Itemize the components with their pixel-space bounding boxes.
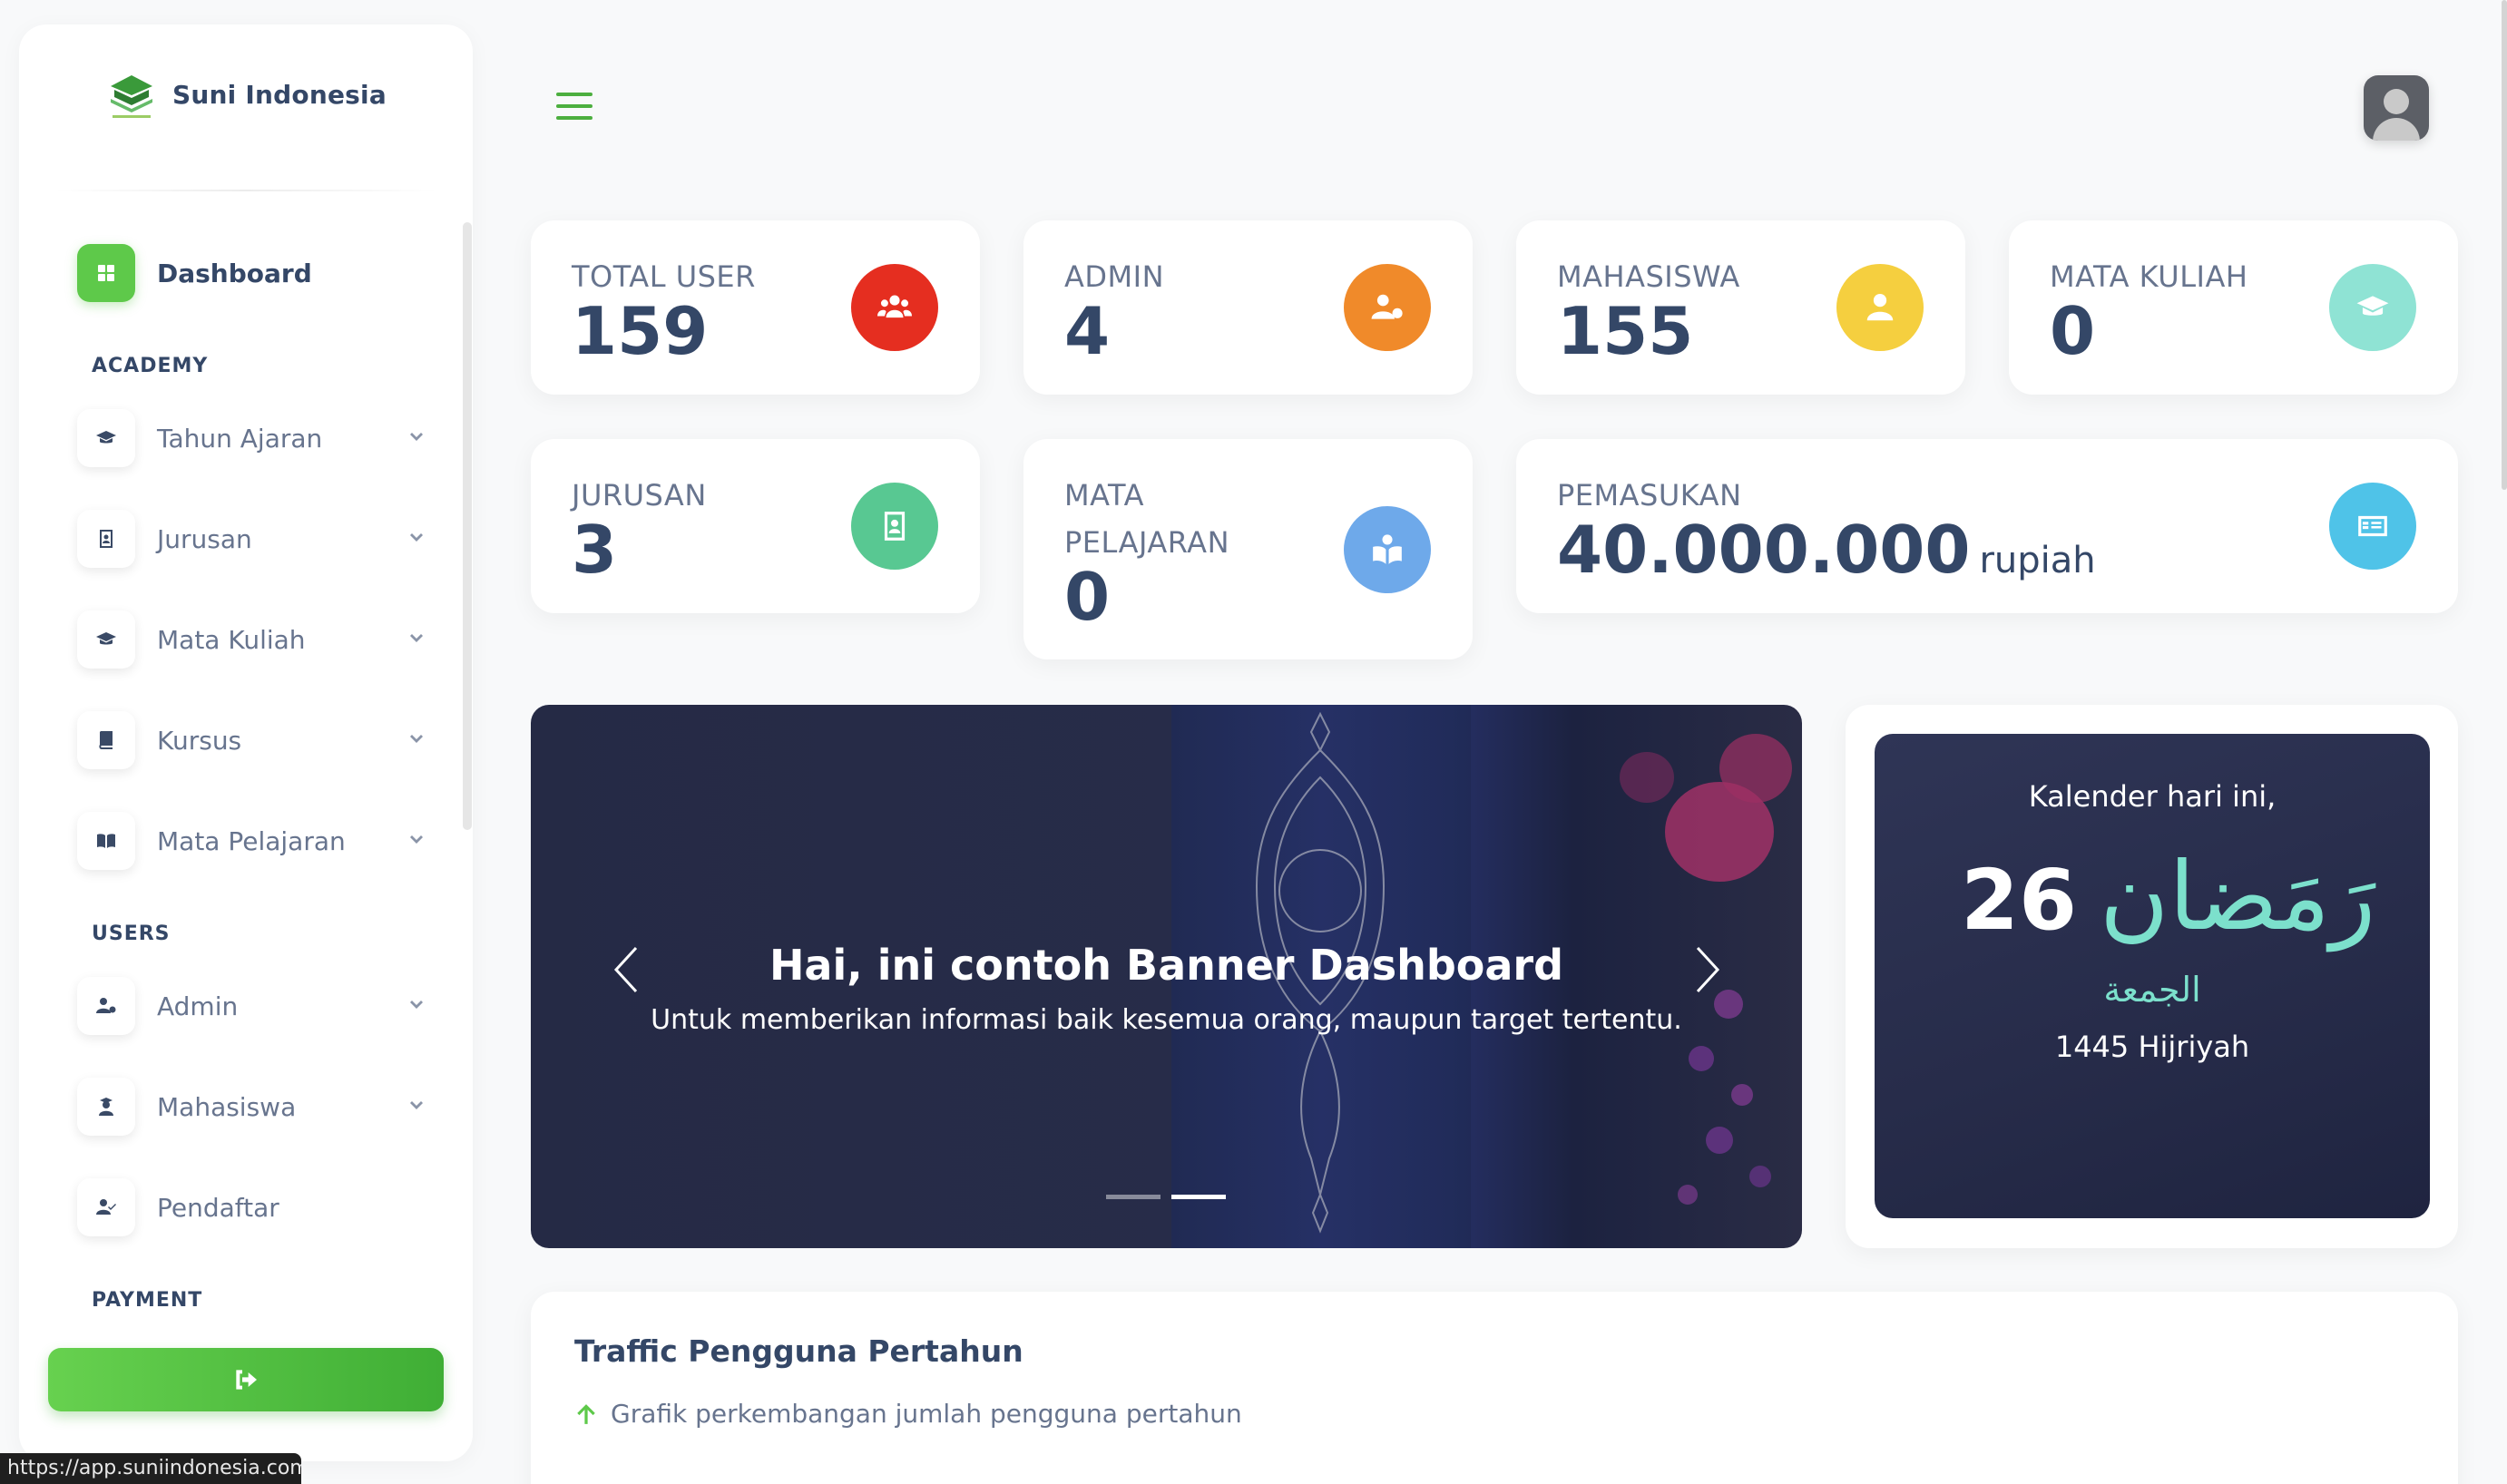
sidebar-item-tahun-ajaran[interactable]: Tahun Ajaran [77,404,440,473]
brand[interactable]: Suni Indonesia [19,24,473,165]
sidebar-item-mata-kuliah[interactable]: Mata Kuliah [77,605,440,674]
graduation-cap-icon [77,610,135,669]
book-icon [77,711,135,769]
calendar-weekday: الجمعة [2103,970,2201,1010]
sidebar-item-label: Jurusan [157,523,252,554]
sidebar-item-label: Mata Pelajaran [157,825,346,856]
book-reader-icon [1344,506,1431,593]
stat-card-jurusan: JURUSAN 3 [531,439,980,613]
stat-value-number: 40.000.000 [1557,512,1971,588]
chevron-down-icon [406,1096,427,1118]
stat-title: MATA PELAJARAN [1064,472,1229,566]
stat-card-mata-kuliah: MATA KULIAH 0 [2009,220,2458,395]
sidebar-item-kursus[interactable]: Kursus [77,706,440,775]
stat-card-admin: ADMIN 4 [1023,220,1473,395]
calendar-year: 1445 Hijriyah [2054,1030,2250,1064]
sidebar-item-label: Dashboard [157,258,312,288]
user-cog-icon [1344,264,1431,351]
sidebar: Suni Indonesia Dashboard ACADEMY Tahun A… [19,24,473,1461]
sidebar-item-label: Kursus [157,725,242,756]
chevron-down-icon [406,528,427,550]
chevron-down-icon [406,830,427,852]
stat-card-pemasukan: PEMASUKAN 40.000.000 rupiah [1516,439,2458,613]
brand-name: Suni Indonesia [172,80,387,110]
chevron-down-icon [406,729,427,751]
stat-value: 0 [1064,559,1111,635]
stat-value: 3 [572,512,618,588]
traffic-card: Traffic Pengguna Pertahun Grafik perkemb… [531,1292,2458,1484]
sidebar-item-label: Pendaftar [157,1192,279,1223]
grid-icon [77,244,135,302]
carousel-next-icon[interactable] [1689,942,1725,997]
section-title-users: USERS [92,923,171,945]
chevron-down-icon [406,427,427,449]
stat-unit: rupiah [1979,540,2096,581]
traffic-title: Traffic Pengguna Pertahun [574,1333,1023,1369]
chevron-down-icon [406,629,427,650]
stat-card-mahasiswa: MAHASISWA 155 [1516,220,1965,395]
banner-title: Hai, ini contoh Banner Dashboard [769,941,1564,990]
arrow-up-icon [577,1403,595,1424]
stat-value: 4 [1064,293,1111,369]
section-title-payment: PAYMENT [92,1289,203,1312]
graduation-cap-icon [77,409,135,467]
sidebar-item-label: Mahasiswa [157,1091,297,1122]
carousel-indicator-1[interactable] [1106,1195,1160,1199]
user-icon [1836,264,1924,351]
user-cog-icon [77,977,135,1035]
users-icon [851,264,938,351]
open-book-icon [77,812,135,870]
calendar-card: Kalender hari ini, 26 رَمَضان الجمعة 144… [1846,705,2458,1248]
chevron-down-icon [406,995,427,1017]
sidebar-item-mata-pelajaran[interactable]: Mata Pelajaran [77,806,440,875]
stat-value: 40.000.000 rupiah [1557,513,2096,597]
stat-value: 155 [1557,293,1694,369]
graduation-cap-icon [2329,264,2416,351]
sidebar-scrollbar[interactable] [463,222,472,830]
stat-card-mata-pelajaran: MATA PELAJARAN 0 [1023,439,1473,659]
avatar[interactable] [2364,75,2429,141]
stat-value: 159 [572,293,709,369]
carousel-prev-icon[interactable] [609,942,645,997]
id-badge-icon [77,510,135,568]
calendar-panel: Kalender hari ini, 26 رَمَضان الجمعة 144… [1875,734,2430,1218]
banner-subtitle: Untuk memberikan informasi baik kesemua … [651,1004,1682,1036]
money-check-icon [2329,483,2416,570]
traffic-subtitle-text: Grafik perkembangan jumlah pengguna pert… [611,1399,1242,1429]
sidebar-item-admin[interactable]: Admin [77,971,440,1040]
sidebar-item-label: Admin [157,991,239,1021]
calendar-heading: Kalender hari ini, [2028,779,2277,814]
menu-toggle-icon[interactable] [556,93,592,120]
stat-title-line: MATA [1064,478,1144,513]
status-url: https://app.suniindonesia.com [0,1453,301,1484]
brand-divider [55,190,436,191]
sidebar-item-label: Tahun Ajaran [157,423,323,454]
sidebar-item-pendaftar[interactable]: Pendaftar [77,1173,440,1242]
sign-out-icon [236,1370,257,1390]
user-check-icon [77,1178,135,1236]
student-icon [77,1078,135,1136]
id-badge-icon [851,483,938,570]
sidebar-item-label: Mata Kuliah [157,624,306,655]
sidebar-item-jurusan[interactable]: Jurusan [77,504,440,573]
stat-value: 0 [2050,293,2096,369]
carousel-indicator-2[interactable] [1171,1195,1226,1199]
section-title-academy: ACADEMY [92,355,209,377]
stat-card-total-user: TOTAL USER 159 [531,220,980,395]
traffic-subtitle: Grafik perkembangan jumlah pengguna pert… [574,1399,1242,1429]
calendar-day: 26 [1961,852,2078,949]
logout-button[interactable] [48,1348,444,1411]
page-scrollbar[interactable] [2502,0,2507,490]
calendar-month: رَمَضان [2100,841,2376,952]
banner-carousel[interactable]: Hai, ini contoh Banner Dashboard Untuk m… [531,705,1802,1248]
sidebar-item-dashboard[interactable]: Dashboard [77,239,440,308]
sidebar-item-mahasiswa[interactable]: Mahasiswa [77,1072,440,1141]
brand-logo-icon [111,74,153,118]
